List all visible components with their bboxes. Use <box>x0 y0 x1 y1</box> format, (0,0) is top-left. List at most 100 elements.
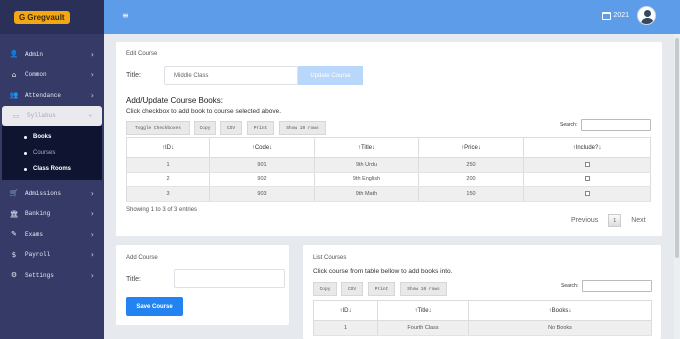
books-table: ↑ID↓ ↑Code↓ ↑Title↓ ↑Price↓ ↑Include?↓ 1… <box>126 137 651 202</box>
sidebar-item-label: Syllabus <box>27 112 56 120</box>
page-scrollbar-thumb[interactable] <box>675 38 679 258</box>
sidebar-item-admissions[interactable]: 🛒 Admissions › <box>0 183 104 204</box>
search-label: Search: <box>560 122 578 128</box>
book-icon: ▭ <box>12 111 20 120</box>
chevron-right-icon: › <box>90 250 94 260</box>
column-header-id[interactable]: ↑ID↓ <box>126 137 210 158</box>
column-header-id[interactable]: ↑ID↓ <box>313 300 378 321</box>
cell-title: 9th Math <box>314 186 419 202</box>
cell-include <box>523 186 651 202</box>
include-checkbox[interactable] <box>584 190 590 196</box>
avatar[interactable] <box>637 6 656 25</box>
sidebar-item-attendance[interactable]: 👥 Attendance › <box>0 85 104 106</box>
course-title-input[interactable]: Middle Class <box>164 66 298 85</box>
bank-icon: 🏛 <box>9 209 19 218</box>
gear-icon: ⚙ <box>10 271 18 280</box>
cell-title: 9th English <box>314 172 419 187</box>
search-label: Search: <box>561 283 579 289</box>
table-row[interactable]: 1 901 9th Urdu 250 <box>126 157 651 173</box>
csv-button[interactable]: CSV <box>341 282 363 296</box>
avatar-head <box>644 10 651 17</box>
sidebar-item-label: Exams <box>25 230 44 238</box>
submenu-item-class-rooms[interactable]: Class Rooms <box>2 161 102 177</box>
cell-price: 250 <box>418 157 524 173</box>
users-icon: 👥 <box>9 91 19 100</box>
cell-include <box>523 157 651 173</box>
cell-id: 1 <box>126 157 210 173</box>
sidebar-item-payroll[interactable]: $ Payroll › <box>0 245 104 266</box>
submenu-item-books[interactable]: Books <box>2 129 102 145</box>
next-page-button[interactable]: Next <box>631 217 645 224</box>
chevron-right-icon: › <box>90 229 94 239</box>
sidebar-item-label: Settings <box>25 271 54 279</box>
column-header-code[interactable]: ↑Code↓ <box>209 137 315 158</box>
column-header-title[interactable]: ↑Title↓ <box>377 300 469 321</box>
sidebar-item-label: Payroll <box>25 251 51 259</box>
cart-icon: 🛒 <box>9 189 19 198</box>
column-header-books[interactable]: ↑Books↓ <box>468 300 652 321</box>
sidebar-item-exams[interactable]: ✎ Exams › <box>0 224 104 245</box>
card-title: List Courses <box>313 255 347 261</box>
show-rows-button[interactable]: Show 10 rows <box>279 121 326 135</box>
table-row[interactable]: 1 Fourth Class No Books <box>313 320 652 336</box>
sidebar-item-banking[interactable]: 🏛 Banking › <box>0 204 104 225</box>
submenu-item-courses[interactable]: Courses <box>2 145 102 161</box>
table-header-row: ↑ID↓ ↑Code↓ ↑Title↓ ↑Price↓ ↑Include?↓ <box>126 137 651 158</box>
previous-page-button[interactable]: Previous <box>571 217 598 224</box>
table-row[interactable]: 3 903 9th Math 150 <box>126 186 651 202</box>
toggle-checkboxes-button[interactable]: Toggle Checkboxes <box>126 121 190 135</box>
save-course-button[interactable]: Save Course <box>126 297 183 316</box>
avatar-body <box>641 18 654 24</box>
logo-icon: G <box>19 12 26 22</box>
calendar-icon <box>602 11 612 20</box>
cell-code: 903 <box>209 186 315 202</box>
pagination: Previous 1 Next <box>571 214 646 227</box>
table-header-row: ↑ID↓ ↑Title↓ ↑Books↓ <box>313 300 652 321</box>
column-header-include[interactable]: ↑Include?↓ <box>523 137 651 158</box>
sidebar-item-admin[interactable]: 👤 Admin › <box>0 44 104 65</box>
table-row[interactable]: 2 902 9th English 200 <box>126 172 651 187</box>
chevron-right-icon: › <box>90 270 94 280</box>
submenu-item-label: Courses <box>33 150 56 156</box>
chevron-right-icon: › <box>90 70 94 80</box>
logo-area: G Gregvault <box>0 0 104 34</box>
cell-price: 200 <box>418 172 524 187</box>
column-header-price[interactable]: ↑Price↓ <box>418 137 524 158</box>
page-number-button[interactable]: 1 <box>608 214 622 227</box>
cell-title: Fourth Class <box>377 320 469 336</box>
chevron-right-icon: › <box>90 188 94 198</box>
chevron-right-icon: › <box>90 49 94 59</box>
column-header-title[interactable]: ↑Title↓ <box>314 137 419 158</box>
print-button[interactable]: Print <box>368 282 395 296</box>
top-bar: ≡ 2021 <box>104 0 680 34</box>
copy-button[interactable]: Copy <box>313 282 337 296</box>
sidebar-item-settings[interactable]: ⚙ Settings › <box>0 265 104 286</box>
sidebar-item-label: Admissions <box>25 189 62 197</box>
books-search-input[interactable] <box>581 119 651 131</box>
pencil-icon: ✎ <box>11 230 17 239</box>
new-course-title-input[interactable] <box>174 269 285 288</box>
cell-books: No Books <box>468 320 652 336</box>
menu-toggle-icon[interactable]: ≡ <box>122 11 129 20</box>
sidebar-item-common[interactable]: ⌂ Common › <box>0 65 104 86</box>
brand-logo[interactable]: G Gregvault <box>14 10 70 24</box>
copy-button[interactable]: Copy <box>194 121 216 135</box>
cell-id: 1 <box>313 320 378 336</box>
update-course-button[interactable]: Update Course <box>298 66 363 85</box>
sidebar-item-label: Common <box>25 71 47 79</box>
cell-price: 150 <box>418 186 524 202</box>
courses-search-input[interactable] <box>582 280 652 292</box>
print-button[interactable]: Print <box>247 121 274 135</box>
courses-table: ↑ID↓ ↑Title↓ ↑Books↓ 1 Fourth Class No B… <box>313 300 652 336</box>
card-title: Add Course <box>126 255 158 261</box>
year-display[interactable]: 2021 <box>613 12 629 19</box>
include-checkbox[interactable] <box>584 161 590 167</box>
csv-button[interactable]: CSV <box>220 121 242 135</box>
table-info: Showing 1 to 3 of 3 entries <box>126 207 198 213</box>
cell-code: 902 <box>209 172 315 187</box>
show-rows-button[interactable]: Show 10 rows <box>400 282 447 296</box>
bullet-icon <box>24 135 27 139</box>
sidebar-item-syllabus[interactable]: ▭ Syllabus › <box>2 105 102 126</box>
list-instruction: Click course from table bellow to add bo… <box>313 268 453 275</box>
include-checkbox[interactable] <box>584 176 590 182</box>
